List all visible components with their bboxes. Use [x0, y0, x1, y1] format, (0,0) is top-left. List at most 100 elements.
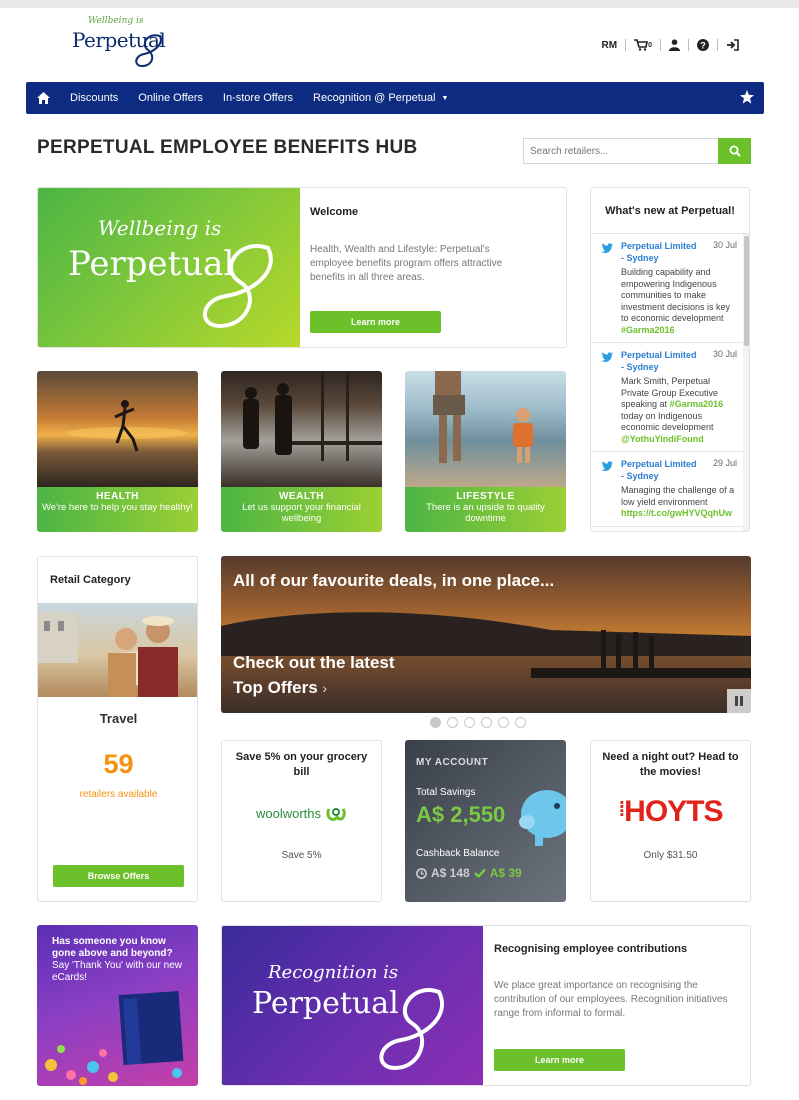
swirl-icon [202, 244, 273, 329]
perpetual-logo[interactable]: Wellbeing is Perpetual [72, 16, 182, 68]
carousel-dot[interactable] [481, 717, 492, 728]
carousel-pagination [430, 717, 526, 728]
top-strip [0, 0, 799, 8]
feed-scrollbar[interactable] [743, 234, 749, 531]
checkmark-icon [473, 868, 486, 878]
caret-down-icon: ▼ [441, 94, 449, 102]
carousel-dot[interactable] [447, 717, 458, 728]
twitter-icon [601, 461, 613, 471]
tweet-author[interactable]: Perpetual Limited - Sydney [621, 240, 701, 264]
tweet-item[interactable]: Perpetual Limited - Sydney 30 Jul Mark S… [591, 343, 743, 452]
tweet-author[interactable]: Perpetual Limited - Sydney [621, 349, 701, 373]
chevron-right-icon: › [322, 680, 328, 696]
search-input[interactable] [523, 138, 718, 164]
welcome-body: Health, Wealth and Lifestyle: Perpetual'… [310, 244, 503, 283]
movies-offer-detail: Only $31.50 [643, 850, 698, 861]
tweet-text: Building capability and empowering Indig… [621, 267, 737, 336]
wealth-caption: WEALTH Let us support your financial wel… [221, 487, 382, 532]
tweet-date: 30 Jul [712, 240, 737, 250]
movies-offer-heading: Need a night out? Head to the movies! [602, 751, 739, 778]
my-account-card[interactable]: MY ACCOUNT Total Savings A$ 2,550 Cashba… [405, 740, 566, 902]
tweet-hashtag[interactable]: #Garma2016 [621, 325, 675, 335]
cashback-pending: A$ 148 [431, 866, 470, 880]
tweet-body-continued: today on Indigenous economic development [621, 410, 714, 433]
help-button[interactable]: ? [689, 38, 717, 52]
carousel-cta-line1: Check out the latest [233, 653, 395, 672]
tweet-link[interactable]: https://t.co/gwHYVQqhUw [621, 508, 732, 518]
cashback-values: A$ 148 A$ 39 [416, 866, 522, 880]
retailer-count-label: retailers available [79, 789, 158, 800]
tweet-hashtag[interactable]: #Garma2016 [670, 399, 724, 409]
nav-home[interactable] [26, 82, 60, 114]
logo-tagline: Wellbeing is [88, 16, 144, 26]
carousel-dot[interactable] [515, 717, 526, 728]
nav-item-in-store-offers[interactable]: In-store Offers [213, 82, 303, 114]
cashback-label: Cashback Balance [416, 848, 500, 859]
carousel-dot[interactable] [430, 717, 441, 728]
wealth-image [221, 371, 382, 487]
tweet-mention[interactable]: @YothuYindiFound [621, 434, 704, 444]
lifestyle-image [405, 371, 566, 487]
retail-category-card: Retail Category Travel 59 retailers avai… [37, 556, 198, 902]
recognition-learn-more-button[interactable]: Learn more [494, 1049, 625, 1071]
grocery-offer-card[interactable]: Save 5% on your grocery bill woolworths … [221, 740, 382, 902]
browse-offers-button[interactable]: Browse Offers [53, 865, 184, 887]
user-icon [669, 39, 680, 51]
ecards-promo[interactable]: Has someone you know gone above and beyo… [37, 925, 198, 1086]
carousel-cta[interactable]: Check out the latest Top Offers › [233, 650, 395, 701]
health-tile[interactable]: HEALTH We're here to help you stay healt… [37, 371, 198, 532]
carousel-cta-line2: Top Offers [233, 678, 318, 697]
whats-new-panel: What's new at Perpetual! Perpetual Limit… [590, 187, 750, 532]
movies-offer-card[interactable]: Need a night out? Head to the movies! ⁞H… [590, 740, 751, 902]
account-button[interactable] [661, 38, 688, 52]
scrollbar-thumb[interactable] [744, 236, 749, 346]
grocery-offer-heading: Save 5% on your grocery bill [235, 751, 368, 778]
wealth-subtitle: Let us support your financial wellbeing [242, 502, 361, 524]
nav-item-recognition[interactable]: Recognition @ Perpetual ▼ [303, 82, 458, 114]
total-savings-label: Total Savings [416, 787, 476, 798]
business-people-silhouette-icon [243, 371, 382, 461]
recognition-banner-image: Recognition is Perpetual [222, 926, 483, 1085]
tweet-text: Managing the challenge of a low yield en… [621, 485, 737, 520]
tweet-item[interactable]: Perpetual Limited - Sydney 29 Jul Managi… [591, 452, 743, 527]
hoyts-logo: ⁞HOYTS [591, 795, 750, 829]
carousel-cta-line2-row: Top Offers › [233, 675, 395, 701]
pause-button[interactable] [727, 689, 751, 713]
tweet-author[interactable]: Perpetual Limited - Sydney [621, 458, 701, 482]
welcome-heading: Welcome [310, 206, 359, 218]
lifestyle-caption: LIFESTYLE There is an upside to quality … [405, 487, 566, 532]
nav-item-online-offers[interactable]: Online Offers [128, 82, 213, 114]
travel-image [38, 603, 197, 697]
tweet-feed[interactable]: Perpetual Limited - Sydney 30 Jul Buildi… [591, 234, 743, 531]
cart-count: 0 [648, 41, 652, 49]
recognition-card: Recognition is Perpetual Recognising emp… [221, 925, 751, 1086]
page-title: PERPETUAL EMPLOYEE BENEFITS HUB [37, 137, 418, 158]
utility-bar: RM 0 ? [594, 36, 747, 54]
search-icon [729, 145, 741, 157]
wellbeing-art-line1: Wellbeing is [98, 216, 222, 240]
favourites-button[interactable] [740, 90, 754, 109]
tweet-text: Mark Smith, Perpetual Private Group Exec… [621, 376, 737, 445]
logout-button[interactable] [718, 38, 747, 52]
carousel-dot[interactable] [464, 717, 475, 728]
wealth-tile[interactable]: WEALTH Let us support your financial wel… [221, 371, 382, 532]
cart-icon [634, 39, 649, 51]
lifestyle-title: LIFESTYLE [456, 491, 515, 502]
top-offers-carousel[interactable]: All of our favourite deals, in one place… [221, 556, 751, 713]
health-caption: HEALTH We're here to help you stay healt… [37, 487, 198, 532]
cart-button[interactable]: 0 [626, 38, 660, 52]
lifestyle-tile[interactable]: LIFESTYLE There is an upside to quality … [405, 371, 566, 532]
grocery-offer-detail: Save 5% [281, 850, 322, 861]
account-heading: MY ACCOUNT [416, 757, 489, 768]
clock-icon [416, 867, 427, 879]
recognition-body: We place great importance on recognising… [494, 980, 728, 1019]
ecards-callout: Say 'Thank You' with our new eCards! [52, 960, 183, 983]
tweet-item[interactable]: Perpetual Limited - Sydney 30 Jul Buildi… [591, 234, 743, 343]
sign-out-icon [727, 39, 739, 51]
user-initials[interactable]: RM [594, 38, 626, 52]
search-button[interactable] [718, 138, 751, 164]
carousel-headline: All of our favourite deals, in one place… [233, 571, 555, 590]
nav-item-discounts[interactable]: Discounts [60, 82, 128, 114]
welcome-learn-more-button[interactable]: Learn more [310, 311, 441, 333]
carousel-dot[interactable] [498, 717, 509, 728]
